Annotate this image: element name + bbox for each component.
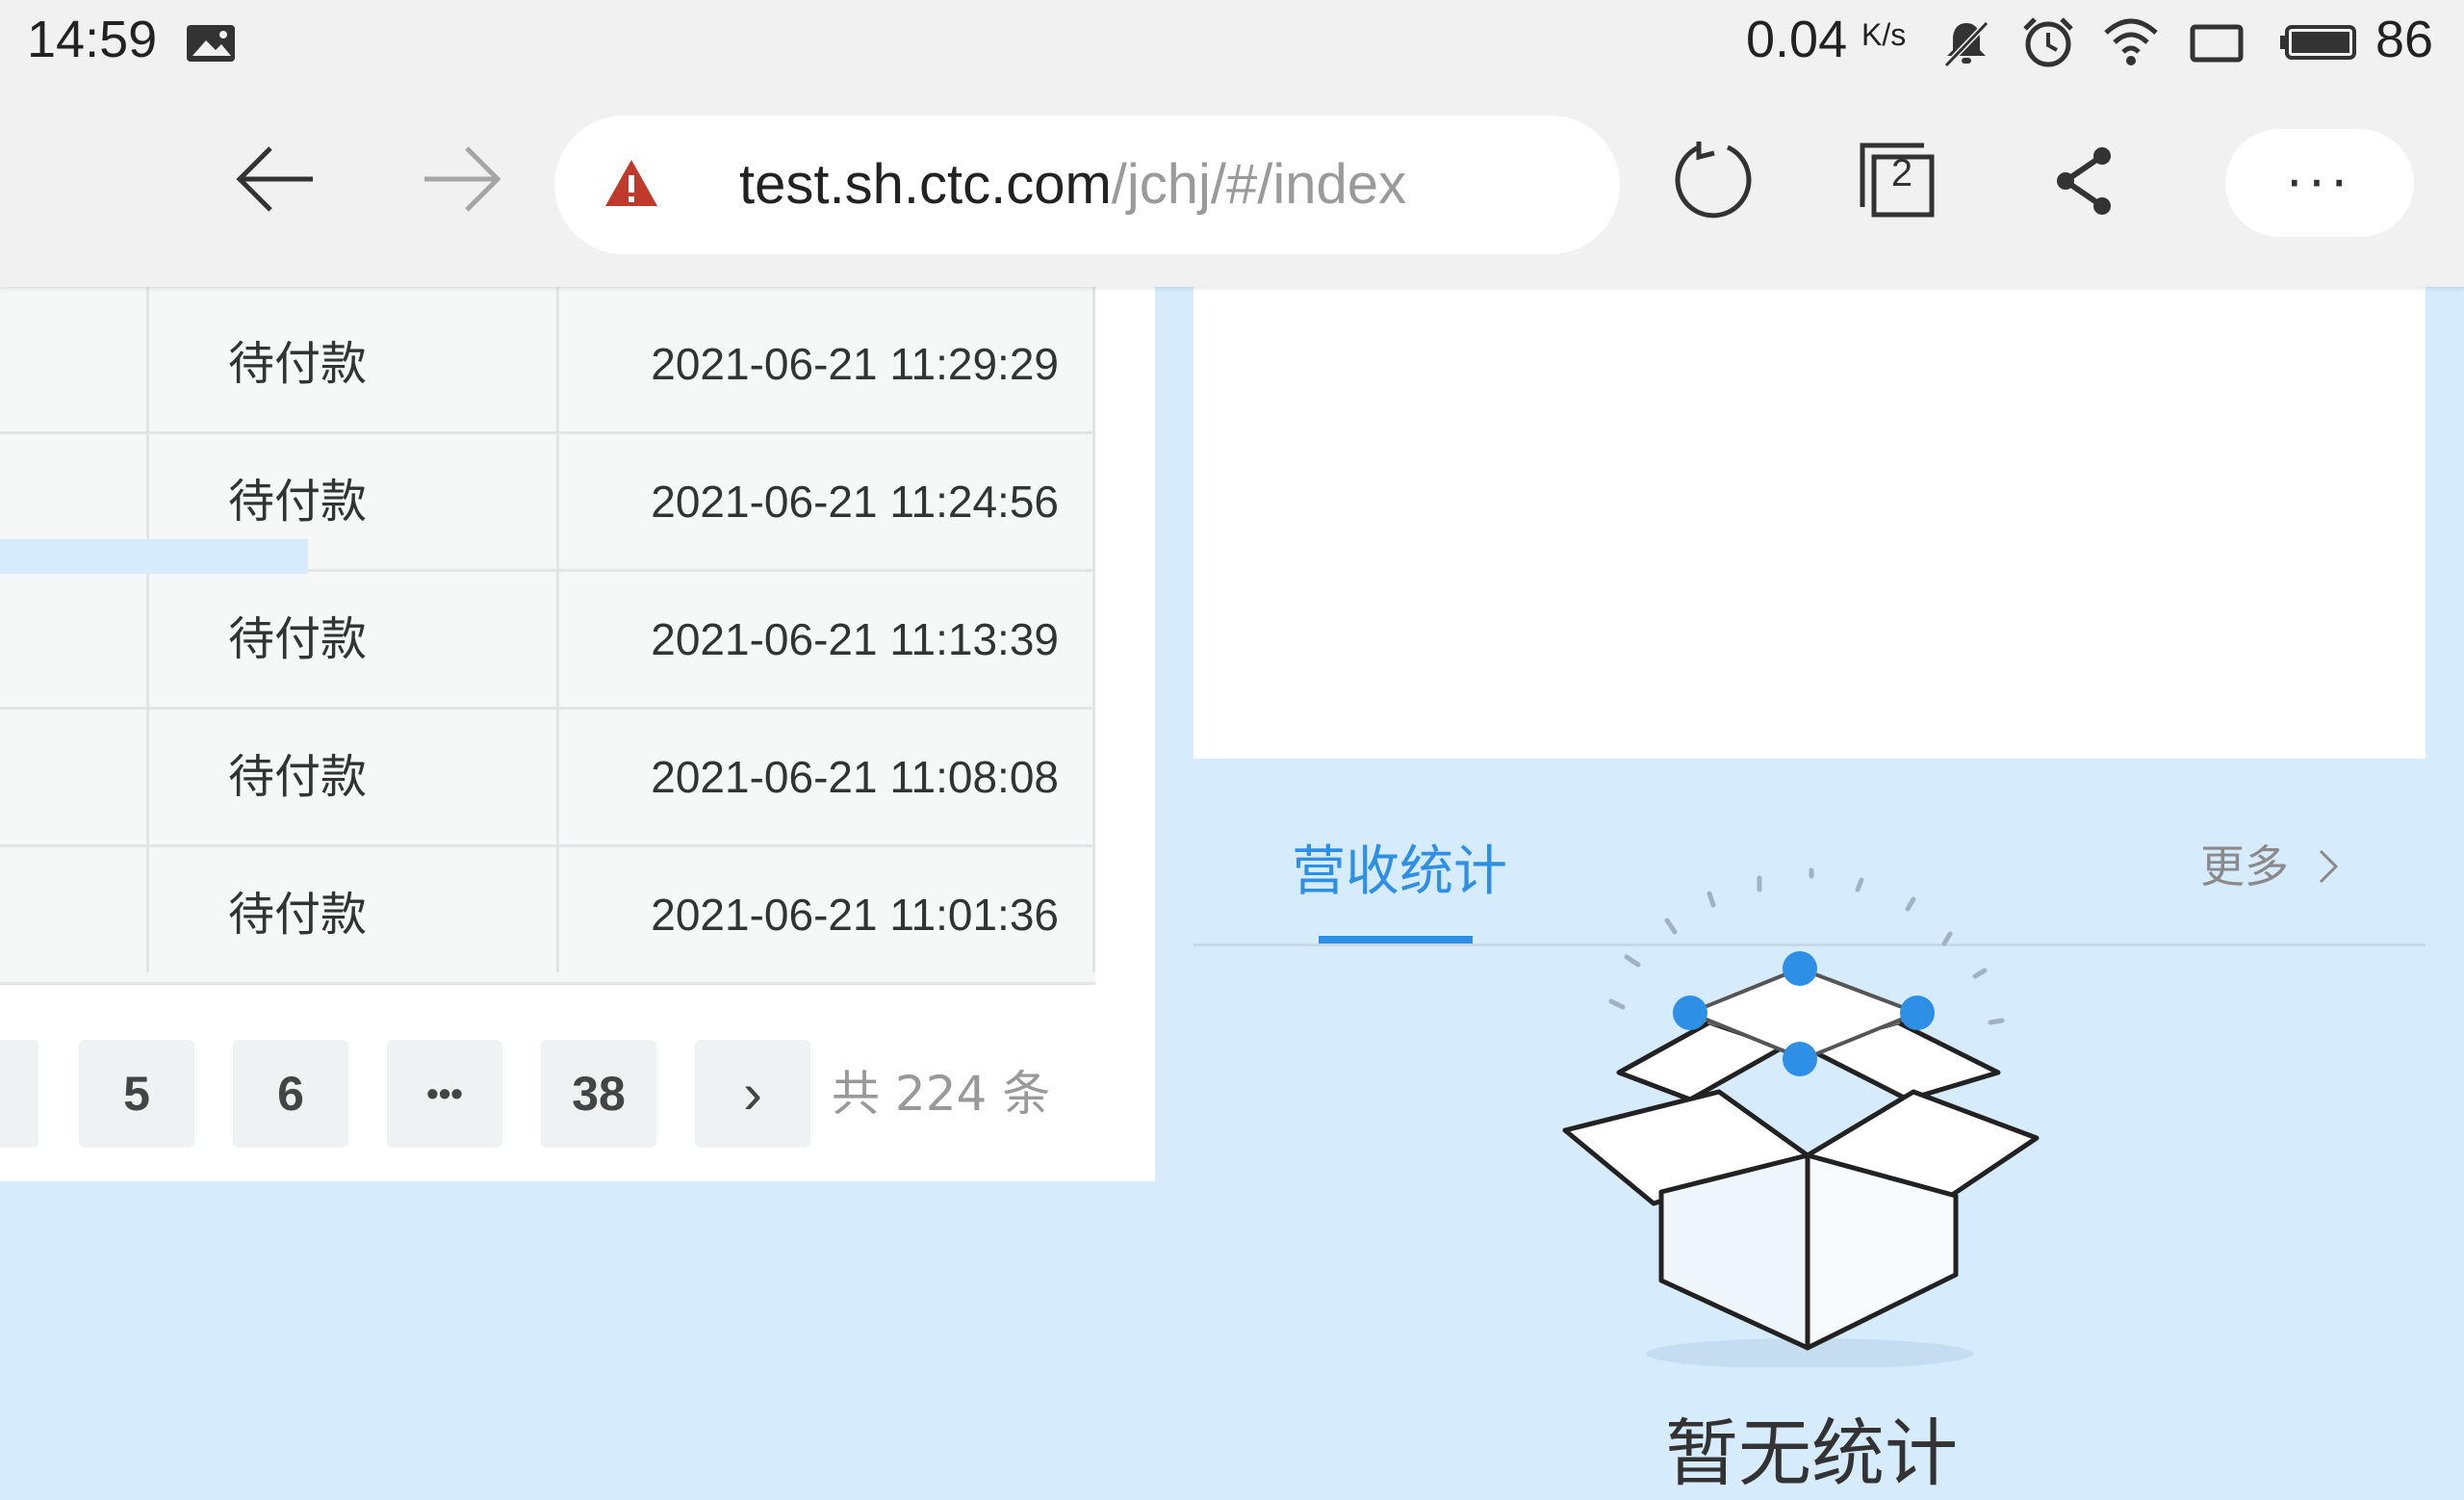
- order-panel: 待付款 2021-06-21 11:29:29 待付款 2021-06-21 1…: [0, 287, 1155, 1181]
- arrow-left-icon: [236, 146, 313, 212]
- back-button[interactable]: [218, 131, 333, 227]
- order-time: 2021-06-21 11:29:29: [651, 339, 1059, 389]
- more-dots-icon: ···: [2286, 152, 2353, 214]
- table-row[interactable]: 待付款 2021-06-21 11:01:36: [0, 847, 1095, 985]
- tab-count: 2: [1890, 152, 1913, 194]
- status-bar: 14:59 0.04 K/s 86: [0, 0, 2464, 87]
- menu-more-button[interactable]: ···: [2225, 129, 2414, 237]
- empty-state-label: 暂无统计: [1665, 1410, 1958, 1496]
- chevron-right-icon: [2319, 849, 2338, 884]
- reload-icon: [1675, 142, 1752, 219]
- url-host: test.sh.ctc.com: [739, 153, 1112, 216]
- tabs-button[interactable]: 2: [1848, 131, 1948, 231]
- address-bar[interactable]: test.sh.ctc.com/jchj/#/index: [554, 116, 1620, 254]
- tab-revenue-statistics[interactable]: 营收统计: [1292, 828, 1507, 906]
- order-status: 待付款: [228, 337, 368, 391]
- warning-icon: [605, 160, 657, 206]
- more-link[interactable]: 更多: [2200, 832, 2340, 895]
- battery-level: 86: [2375, 11, 2434, 68]
- gallery-icon: [187, 25, 235, 62]
- table-row[interactable]: 待付款 2021-06-21 11:08:08: [0, 710, 1095, 847]
- table-row[interactable]: 待付款 2021-06-21 11:29:29: [0, 287, 1095, 434]
- wifi-icon: [2104, 18, 2158, 65]
- battery-icon: [2280, 25, 2356, 60]
- forward-button[interactable]: [404, 131, 520, 227]
- chart-card: [1194, 287, 2426, 759]
- url-text: test.sh.ctc.com/jchj/#/index: [739, 116, 1406, 254]
- column-divider: [556, 287, 559, 972]
- page-button-38[interactable]: 38: [541, 1040, 656, 1148]
- empty-box-illustration: [1562, 867, 2040, 1367]
- order-status: 待付款: [228, 612, 368, 666]
- network-speed-unit: K/s: [1861, 17, 1907, 52]
- url-path: /jchj/#/index: [1111, 153, 1407, 216]
- reload-button[interactable]: [1663, 131, 1763, 231]
- alarm-icon: [2023, 17, 2073, 67]
- network-speed: 0.04: [1746, 11, 1848, 68]
- status-time: 14:59: [27, 11, 158, 68]
- table-border: [1092, 287, 1095, 972]
- next-page-button[interactable]: ›: [695, 1040, 810, 1148]
- browser-toolbar: test.sh.ctc.com/jchj/#/index 2 ···: [0, 87, 2464, 287]
- mute-icon: [1943, 20, 1989, 68]
- horizontal-scrollbar[interactable]: [0, 539, 308, 574]
- screen-rotate-icon: [2190, 24, 2244, 63]
- order-time: 2021-06-21 11:24:56: [651, 477, 1059, 527]
- page-button-6[interactable]: 6: [233, 1040, 348, 1148]
- arrow-right-icon: [424, 146, 501, 212]
- share-button[interactable]: [2035, 131, 2135, 231]
- pagination-total: 共 224 条: [832, 1066, 1051, 1122]
- page-button-5[interactable]: 5: [79, 1040, 194, 1148]
- share-icon: [2057, 147, 2111, 215]
- order-time: 2021-06-21 11:13:39: [651, 614, 1059, 664]
- order-time: 2021-06-21 11:08:08: [651, 752, 1059, 802]
- order-time: 2021-06-21 11:01:36: [651, 890, 1059, 940]
- table-row[interactable]: 待付款 2021-06-21 11:13:39: [0, 572, 1095, 710]
- order-status: 待付款: [228, 750, 368, 804]
- more-link-label: 更多: [2200, 841, 2289, 892]
- page-button-prev-number[interactable]: [0, 1040, 38, 1148]
- order-status: 待付款: [228, 888, 368, 942]
- column-divider: [146, 287, 149, 972]
- page-ellipsis-button[interactable]: •••: [387, 1040, 502, 1148]
